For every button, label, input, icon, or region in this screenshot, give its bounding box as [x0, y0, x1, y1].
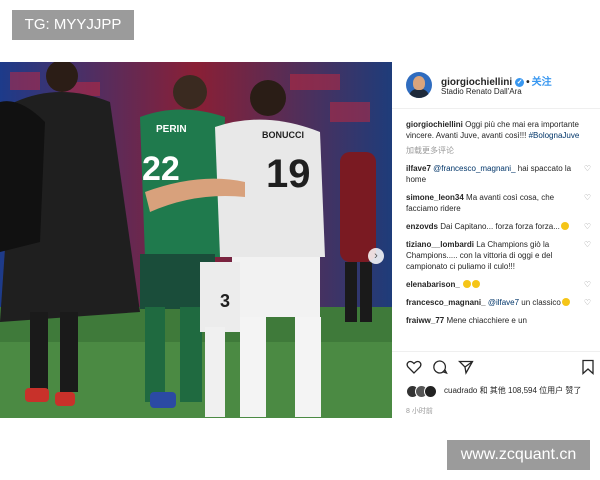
comment-text: Dai Capitano... forza forza forza... [440, 222, 560, 231]
comment-text: un classico [519, 298, 561, 307]
avatar[interactable] [406, 72, 432, 98]
comment-item: elenabarison_ ♡ [406, 279, 591, 290]
heart-icon[interactable]: ♡ [584, 163, 591, 174]
location-link[interactable]: Stadio Renato Dall'Ara [441, 87, 522, 96]
comment-username[interactable]: enzovds [406, 222, 438, 231]
comment-item: fraiww_77 Mene chiacchiere e un [406, 315, 591, 326]
caption-hashtag[interactable]: #BolognaJuve [529, 131, 580, 140]
heart-icon[interactable]: ♡ [584, 279, 591, 290]
caption-username[interactable]: giorgiochiellini [406, 120, 463, 129]
shorts-number-3: 3 [220, 291, 230, 311]
heart-icon[interactable]: ♡ [584, 239, 591, 250]
verified-icon: ✓ [515, 78, 525, 87]
separator-dot: • [526, 77, 530, 88]
chevron-right-icon[interactable]: › [368, 248, 384, 264]
comment-username[interactable]: fraiww_77 [406, 316, 444, 325]
comment-mention[interactable]: @ilfave7 [488, 298, 519, 307]
comment-item: ilfave7 @francesco_magnani_ hai spaccato… [406, 163, 591, 185]
comment-item: simone_leon34 Ma avanti così cosa, che f… [406, 192, 591, 214]
jersey-number-22: 22 [142, 150, 180, 188]
comment-mention[interactable]: @francesco_magnani_ [433, 164, 515, 173]
post-photo: 22 19 3 PERIN BONUCCI › [0, 62, 392, 418]
post-caption: giorgiochiellini Oggi più che mai era im… [406, 119, 591, 141]
instagram-post: 22 19 3 PERIN BONUCCI › giorgiochiellini… [0, 62, 600, 418]
comment-username[interactable]: francesco_magnani_ [406, 298, 486, 307]
heart-icon[interactable]: ♡ [584, 192, 591, 203]
comment-item: francesco_magnani_ @ilfave7 un classico … [406, 297, 591, 308]
thumbs-up-emoji-icon [560, 222, 569, 230]
comment-username[interactable]: simone_leon34 [406, 193, 464, 202]
clap-emoji-icon [463, 280, 472, 288]
post-header: giorgiochiellini ✓ • 关注 Stadio Renato Dall'… [392, 62, 600, 109]
share-icon[interactable] [458, 359, 474, 375]
comment-item: tiziano__lombardi La Champions giò la Ch… [406, 239, 591, 272]
likes-count[interactable]: cuadrado 和 其他 108,594 位用户 赞了 [444, 385, 594, 396]
tg-label: TG: MYYJJPP [12, 10, 134, 40]
comment-username[interactable]: elenabarison_ [406, 280, 460, 289]
comment-username[interactable]: tiziano__lombardi [406, 240, 474, 249]
comment-icon[interactable] [432, 359, 448, 375]
comment-username[interactable]: ilfave7 [406, 164, 431, 173]
players-hug-illustration: 22 19 3 PERIN BONUCCI [0, 62, 392, 418]
watermark: www.zcquant.cn [447, 440, 590, 470]
bookmark-icon[interactable] [580, 359, 596, 375]
comment-text: Mene chiacchiere e un [446, 316, 527, 325]
follow-button[interactable]: 关注 [532, 77, 552, 88]
name-tag-bonucci: BONUCCI [262, 130, 304, 140]
name-tag-perin: PERIN [156, 124, 187, 135]
laugh-emoji-icon [561, 298, 570, 306]
comment-item: enzovds Dai Capitano... forza forza forz… [406, 221, 591, 232]
heart-icon[interactable] [406, 359, 422, 375]
comments-list[interactable]: giorgiochiellini Oggi più che mai era im… [406, 119, 591, 351]
post-timestamp: 8 小时前 [406, 408, 433, 415]
jersey-number-19: 19 [266, 152, 311, 196]
post-sidebar: giorgiochiellini ✓ • 关注 Stadio Renato Dall'… [392, 62, 600, 418]
header-username: giorgiochiellini ✓ • 关注 [441, 73, 552, 88]
clap-emoji-icon [472, 280, 481, 288]
heart-icon[interactable]: ♡ [584, 297, 591, 308]
load-more-comments-button[interactable]: 加载更多评论 [406, 145, 591, 156]
heart-icon[interactable]: ♡ [584, 221, 591, 232]
post-actions: cuadrado 和 其他 108,594 位用户 赞了 8 小时前 [392, 351, 600, 419]
likers-avatars[interactable] [406, 385, 440, 398]
